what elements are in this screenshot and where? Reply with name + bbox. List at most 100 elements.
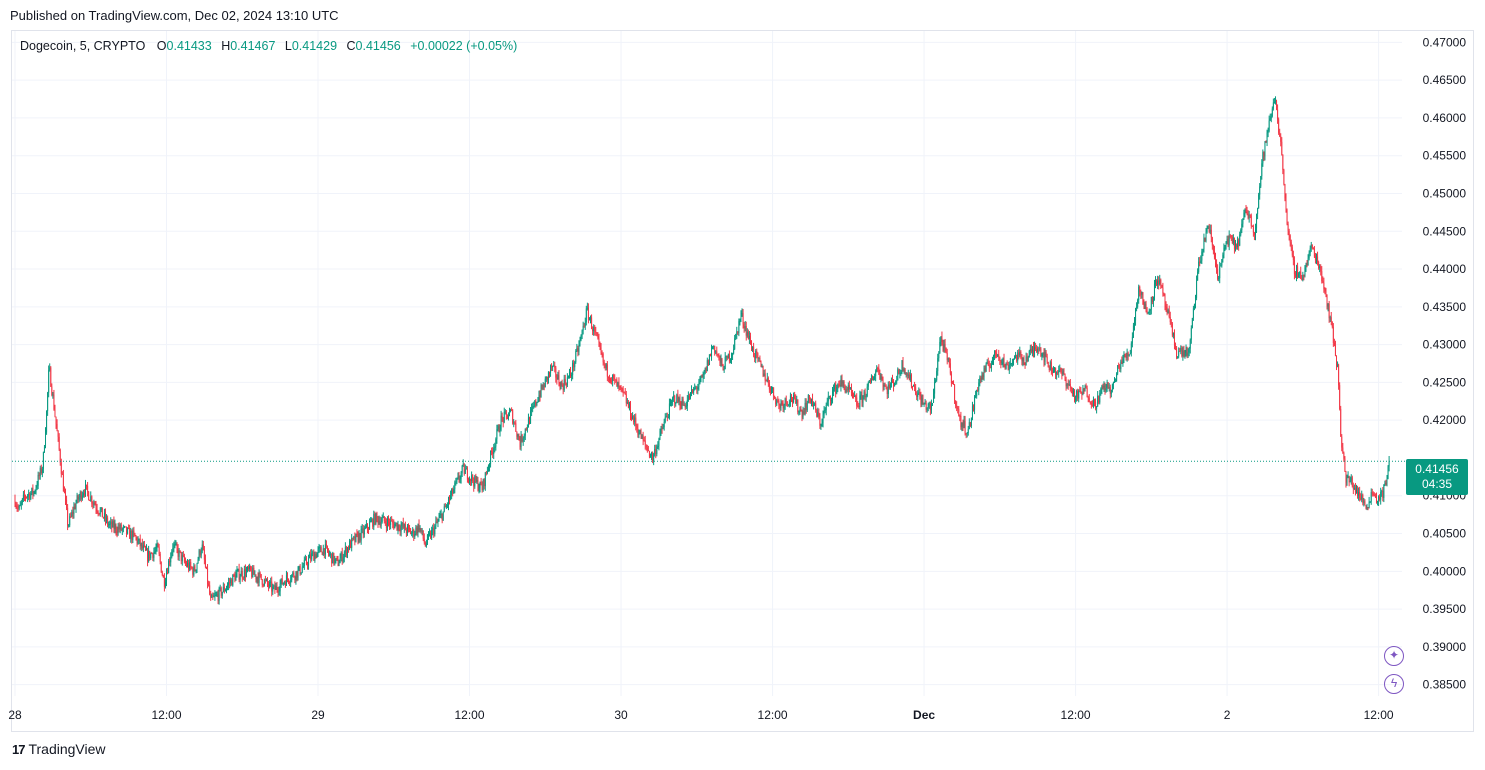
candle-down	[1351, 477, 1353, 487]
candle-up	[403, 524, 405, 528]
candle-down	[260, 574, 262, 580]
candle-up	[81, 495, 83, 500]
candle-down	[341, 552, 343, 562]
candle-up	[247, 566, 249, 571]
candle-down	[621, 387, 623, 389]
symbol-name[interactable]: Dogecoin, 5, CRYPTO	[20, 39, 145, 53]
candle-down	[1040, 348, 1042, 356]
candle-down	[95, 505, 97, 509]
candle-down	[1230, 235, 1232, 237]
sparkle-icon[interactable]: ✦	[1384, 646, 1404, 666]
candle-down	[191, 567, 193, 569]
candle-down	[1055, 367, 1057, 375]
candle-up	[1209, 229, 1211, 232]
candle-up	[566, 377, 568, 386]
tradingview-logo-icon: 17	[12, 741, 26, 757]
candle-up	[776, 400, 778, 405]
candle-up	[82, 493, 84, 496]
candle-down	[50, 367, 52, 387]
candle-up	[1044, 352, 1046, 362]
candle-up	[976, 389, 978, 396]
candle-down	[716, 351, 718, 355]
candle-up	[860, 394, 862, 396]
candle-up	[1184, 352, 1186, 356]
candle-up	[346, 547, 348, 556]
candle-down	[1007, 364, 1009, 370]
candle-up	[1097, 395, 1099, 407]
last-price-tag: 0.41456 04:35	[1406, 459, 1468, 495]
candle-down	[277, 589, 279, 593]
candle-up	[1041, 354, 1043, 356]
candle-up	[894, 382, 896, 387]
candle-up	[802, 411, 804, 418]
candle-down	[1265, 141, 1267, 143]
candle-up	[1011, 362, 1013, 364]
candle-down	[1311, 244, 1313, 248]
candle-up	[865, 395, 867, 398]
candle-down	[906, 372, 908, 376]
candle-down	[54, 409, 56, 417]
candle-up	[1106, 382, 1108, 389]
candle-up	[1386, 478, 1388, 485]
candle-up	[840, 379, 842, 387]
candle-down	[416, 527, 418, 534]
candle-down	[1357, 489, 1359, 496]
price-tick-label: 0.44500	[1423, 224, 1467, 238]
candle-up	[486, 470, 488, 473]
candle-down	[623, 391, 625, 393]
candle-up	[699, 377, 701, 384]
candle-up	[586, 307, 588, 309]
candle-up	[322, 548, 324, 555]
candle-down	[640, 430, 642, 439]
candle-down	[977, 389, 979, 391]
candle-down	[950, 373, 952, 384]
candle-up	[935, 380, 937, 383]
candle-up	[249, 566, 251, 569]
lightning-icon[interactable]: ϟ	[1384, 674, 1404, 694]
candle-up	[474, 475, 476, 487]
candle-down	[1345, 471, 1347, 483]
candle-down	[652, 453, 654, 461]
candle-down	[1382, 490, 1384, 498]
candle-down	[299, 565, 301, 575]
candle-up	[370, 521, 372, 523]
candle-down	[1322, 281, 1324, 283]
candle-up	[689, 392, 691, 399]
candle-up	[531, 408, 533, 411]
candle-up	[1222, 254, 1224, 260]
candle-down	[86, 484, 88, 486]
candle-up	[928, 403, 930, 405]
candles	[14, 96, 1390, 605]
candle-up	[862, 395, 864, 403]
candle-up	[1224, 247, 1226, 249]
candle-down	[1051, 371, 1053, 373]
candle-down	[405, 530, 407, 533]
candle-down	[505, 411, 507, 415]
candle-down	[511, 409, 513, 411]
candle-down	[1245, 209, 1247, 213]
candle-down	[1032, 346, 1034, 353]
candle-up	[1111, 384, 1113, 390]
tradingview-brand[interactable]: 17 TradingView	[12, 741, 106, 757]
candle-up	[90, 496, 92, 501]
candle-up	[1272, 102, 1274, 109]
candle-up	[755, 350, 757, 359]
candle-down	[80, 492, 82, 500]
candle-up	[119, 524, 121, 530]
candle-down	[1151, 296, 1153, 302]
candlestick-chart[interactable]: 0.47000 0.46500 0.46000 0.45500 0.45000 0.445…	[0, 0, 1485, 770]
candle-up	[1220, 265, 1222, 267]
candle-down	[719, 355, 721, 363]
candle-down	[765, 380, 767, 382]
candle-down	[70, 516, 72, 518]
candle-down	[778, 400, 780, 405]
candle-up	[1369, 501, 1371, 503]
candle-down	[463, 463, 465, 474]
candle-down	[1249, 214, 1251, 216]
candle-up	[1266, 132, 1268, 143]
candle-up	[1068, 383, 1070, 386]
candle-up	[731, 355, 733, 360]
candle-up	[437, 520, 439, 523]
candle-down	[470, 478, 472, 481]
candle-down	[83, 493, 85, 495]
